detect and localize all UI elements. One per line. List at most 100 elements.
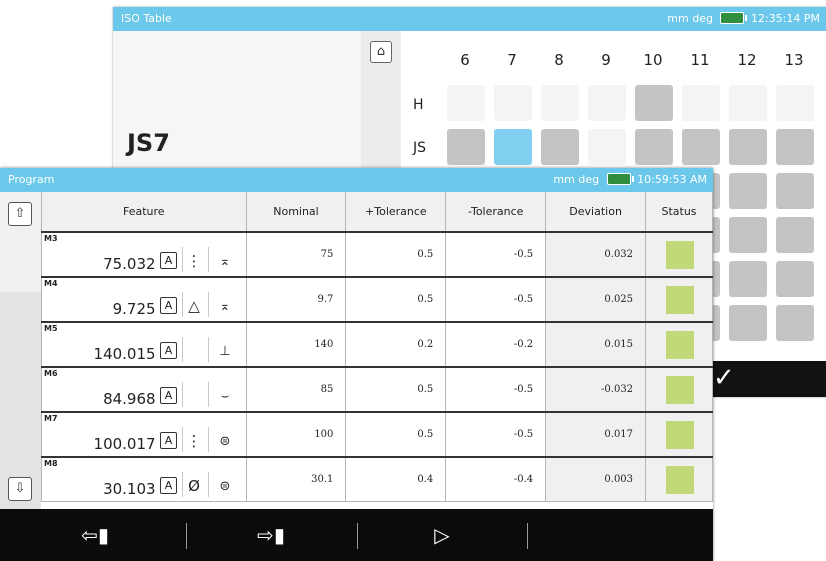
grid-cell[interactable] [541,85,579,121]
status-header[interactable]: Status [645,192,713,233]
col-header: 12 [737,51,757,69]
grid-cell[interactable] [588,129,626,165]
nominal-header[interactable]: Nominal [245,192,347,233]
plus-tol-cell[interactable]: 0.5 [345,366,447,413]
datum-a-badge: A [160,477,177,494]
feature-cell[interactable]: M6 84.968 A ⌣ [41,366,247,413]
deviation-cell: 0.032 [545,231,647,278]
plus-tol-cell[interactable]: 0.2 [345,321,447,368]
grid-cell[interactable] [682,85,720,121]
battery-icon [606,173,634,185]
divider [208,382,209,407]
check-icon[interactable]: ✓ [713,363,735,393]
feature-cell[interactable]: M7 100.017 A ⋮ ⊜ [41,411,247,458]
plus-tol-cell[interactable]: 0.5 [345,231,447,278]
datum-a-badge: A [160,387,177,404]
scroll-down-icon[interactable]: ⇩ [8,477,32,501]
grid-cell[interactable] [776,85,814,121]
grid-cell[interactable] [729,129,767,165]
grid-cell[interactable] [635,129,673,165]
iso-clock: 12:35:14 PM [750,12,820,25]
minus-tol-cell[interactable]: -0.5 [445,411,547,458]
program-status-area: mm deg 10:59:53 AM [553,168,707,192]
grid-cell[interactable] [776,261,814,297]
feature-id: M5 [44,324,58,333]
feature-header[interactable]: Feature [41,192,247,233]
divider [182,382,183,407]
iso-title-bar: ISO Table mm deg 12:35:14 PM [113,7,826,31]
table-row[interactable]: M5 140.015 A ⊥ 140 0.2 -0.2 0.015 [41,321,713,368]
plus-tol-cell[interactable]: 0.5 [345,276,447,323]
grid-cell[interactable] [729,173,767,209]
minus-tol-cell[interactable]: -0.5 [445,231,547,278]
distance-icon: ⋮ [186,432,202,450]
grid-cell-selected[interactable] [494,129,532,165]
status-cell [645,231,713,278]
nominal-cell[interactable]: 30.1 [245,456,347,502]
grid-cell[interactable] [494,85,532,121]
nominal-cell[interactable]: 140 [245,321,347,368]
grid-cell[interactable] [776,173,814,209]
nominal-cell[interactable]: 9.7 [245,276,347,323]
feature-value: 84.968 [103,390,156,408]
table-row[interactable]: M8 30.103 A Ø ⊜ 30.1 0.4 -0.4 0.003 [41,456,713,502]
deviation-header[interactable]: Deviation [545,192,647,233]
grid-cell[interactable] [729,261,767,297]
usb-export-icon[interactable]: ⇦▮ [10,509,180,561]
nominal-cell[interactable]: 75 [245,231,347,278]
row-header-js: JS [413,140,427,156]
grid-cell[interactable] [541,129,579,165]
feature-id: M7 [44,414,58,423]
table-row[interactable]: M6 84.968 A ⌣ 85 0.5 -0.5 -0.032 [41,366,713,413]
grid-cell[interactable] [776,217,814,253]
program-toolbar: ⇦▮ ⇨▮ ▷ [0,509,713,561]
divider [208,472,209,497]
plus-tol-cell[interactable]: 0.4 [345,456,447,502]
feature-value: 75.032 [103,255,156,273]
minus-tol-cell[interactable]: -0.4 [445,456,547,502]
program-clock: 10:59:53 AM [637,173,707,186]
datum-a-badge: A [160,252,177,269]
status-ok-indicator [666,241,695,269]
feature-cell[interactable]: M8 30.103 A Ø ⊜ [41,456,247,502]
scroll-up-icon[interactable]: ⇧ [8,202,32,226]
program-scrollbar[interactable]: ⇧ ⇩ [0,192,41,509]
grid-cell[interactable] [447,129,485,165]
grid-cell[interactable] [776,305,814,341]
grid-cell[interactable] [447,85,485,121]
play-icon[interactable]: ▷ [357,509,527,561]
minus-tol-cell[interactable]: -0.5 [445,366,547,413]
status-ok-indicator [666,331,695,359]
grid-cell[interactable] [729,305,767,341]
grid-cell[interactable] [729,85,767,121]
home-up-icon[interactable]: ⌂ [370,41,392,63]
table-row[interactable]: M3 75.032 A ⋮ ⌅ 75 0.5 -0.5 0.032 [41,231,713,278]
feature-cell[interactable]: M3 75.032 A ⋮ ⌅ [41,231,247,278]
nominal-cell[interactable]: 85 [245,366,347,413]
feature-cell[interactable]: M4 9.725 A △ ⌅ [41,276,247,323]
nominal-cell[interactable]: 100 [245,411,347,458]
usb-import-icon[interactable]: ⇨▮ [186,509,356,561]
col-header: 11 [690,51,710,69]
grid-cell[interactable] [588,85,626,121]
grid-cell[interactable] [635,85,673,121]
measurement-table: Feature Nominal +Tolerance -Tolerance De… [41,192,713,502]
table-row[interactable]: M4 9.725 A △ ⌅ 9.7 0.5 -0.5 0.025 [41,276,713,323]
plus-tol-header[interactable]: +Tolerance [345,192,447,233]
grid-cell[interactable] [682,129,720,165]
datum-a-badge: A [160,297,177,314]
feature-id: M3 [44,234,58,243]
table-row[interactable]: M7 100.017 A ⋮ ⊜ 100 0.5 -0.5 0.017 [41,411,713,458]
feature-id: M4 [44,279,58,288]
table-header-row: Feature Nominal +Tolerance -Tolerance De… [41,192,713,233]
minus-tol-cell[interactable]: -0.5 [445,276,547,323]
plus-tol-cell[interactable]: 0.5 [345,411,447,458]
feature-cell[interactable]: M5 140.015 A ⊥ [41,321,247,368]
row-header-h: H [413,97,424,113]
grid-cell[interactable] [729,217,767,253]
minus-tol-header[interactable]: -Tolerance [445,192,547,233]
divider [182,427,183,452]
divider [182,472,183,497]
minus-tol-cell[interactable]: -0.2 [445,321,547,368]
grid-cell[interactable] [776,129,814,165]
